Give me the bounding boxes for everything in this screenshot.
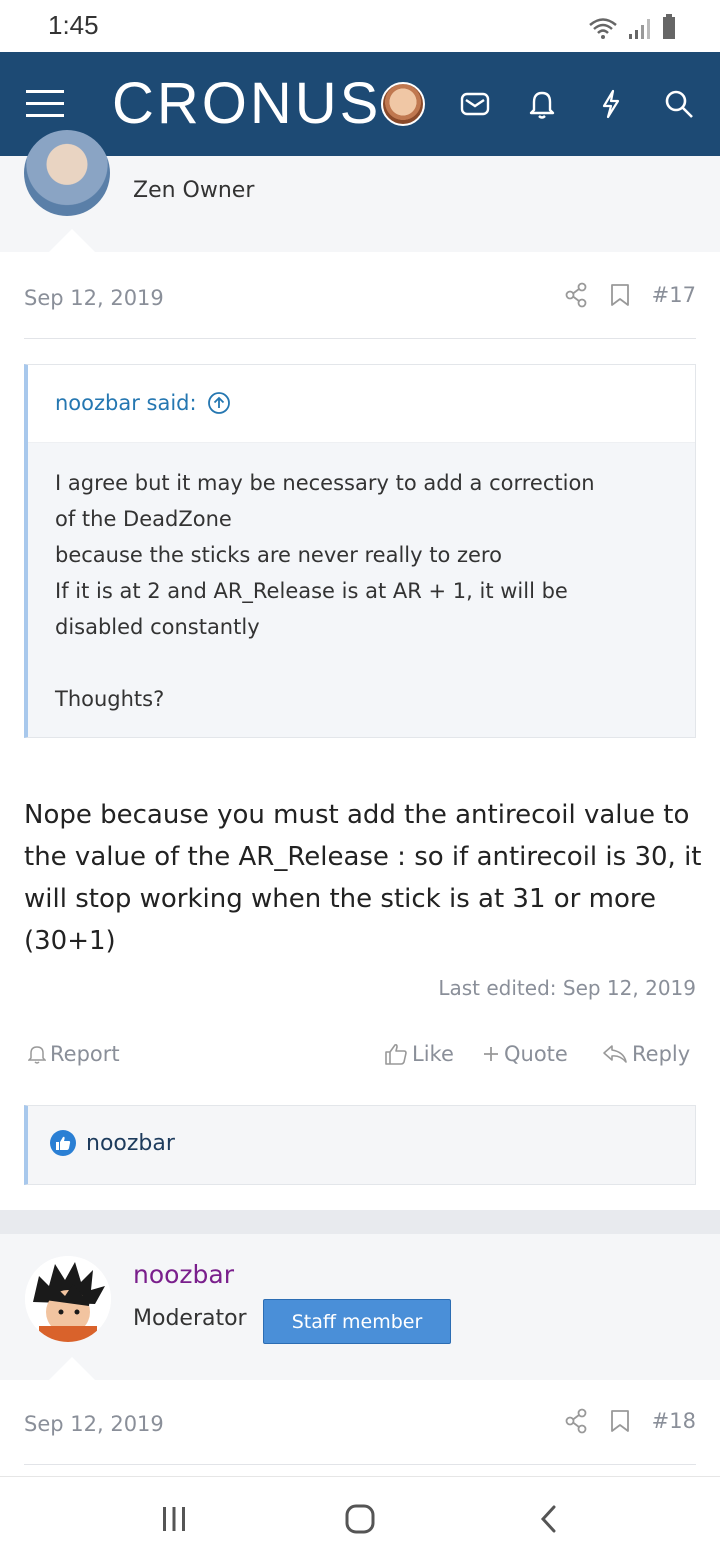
divider [24,1464,696,1465]
battery-icon [663,14,675,39]
post-meta: Sep 12, 2019 #17 [24,280,696,320]
share-icon[interactable] [564,1408,588,1434]
status-icons [588,12,676,40]
post-separator [0,1210,720,1234]
bookmark-icon[interactable] [610,1409,630,1433]
post-body: Nope because you must add the antirecoil… [24,794,714,962]
bell-icon[interactable] [528,88,556,120]
menu-icon[interactable] [26,88,64,120]
status-bar: 1:45 [0,0,720,52]
reaction-list[interactable]: noozbar [50,1130,175,1156]
quote-body: I agree but it may be necessary to add a… [55,465,675,717]
quote-header: noozbar said: [28,365,695,443]
system-navigation-bar [0,1476,720,1560]
divider [24,338,696,339]
post-header-pointer [48,229,96,253]
user-title: Zen Owner [133,178,255,203]
search-icon[interactable] [664,88,694,120]
reply-label: Reply [632,1042,691,1066]
quote-line: because the sticks are never really to z… [55,543,502,567]
site-logo[interactable]: CRONUS [112,74,381,134]
avatar[interactable] [25,1256,111,1342]
quote-line [55,645,675,681]
post-tools: #18 [564,1408,696,1434]
thumbs-up-icon [385,1043,407,1065]
mail-icon[interactable] [460,90,490,118]
reply-icon [603,1045,627,1063]
post-body-line: will stop working when the stick is at 3… [24,884,656,914]
post-meta: Sep 12, 2019 #18 [24,1406,696,1446]
post-date[interactable]: Sep 12, 2019 [24,286,164,310]
last-edited: Last edited: Sep 12, 2019 [438,976,696,1000]
post-date[interactable]: Sep 12, 2019 [24,1412,164,1436]
post-body-line: Nope because you must add the antirecoil… [24,800,690,830]
top-navbar: CRONUS [0,52,720,156]
post-actions: Report Like Quote Reply [24,1038,696,1074]
quote-line: disabled constantly [55,615,260,639]
arrow-up-circle-icon[interactable] [207,391,231,415]
reaction-user[interactable]: noozbar [86,1131,175,1156]
report-label: Report [50,1042,120,1066]
recent-apps-icon[interactable] [160,1505,188,1533]
quote-line: of the DeadZone [55,507,232,531]
username[interactable]: noozbar [133,1260,234,1289]
quote-block: noozbar said: I agree but it may be nece… [24,364,696,738]
quote-line: If it is at 2 and AR_Release is at AR + … [55,579,568,603]
like-button[interactable]: Like [384,1042,454,1066]
staff-badge: Staff member [263,1299,451,1344]
post-tools: #17 [564,282,696,308]
post-number[interactable]: #17 [652,283,696,307]
quote-label: Quote [504,1042,568,1066]
quote-line: I agree but it may be necessary to add a… [55,471,595,495]
plus-icon [484,1047,498,1061]
post-header-pointer [48,1357,96,1381]
quote-line: Thoughts? [55,687,165,711]
report-button[interactable]: Report [28,1042,120,1066]
post-body-line: the value of the AR_Release : so if anti… [24,842,702,872]
post-body-line: (30+1) [24,926,116,956]
share-icon[interactable] [564,282,588,308]
bell-icon [28,1046,46,1064]
status-time: 1:45 [48,10,99,40]
quote-author-link[interactable]: noozbar said: [55,391,231,415]
lightning-icon[interactable] [598,88,624,120]
account-avatar[interactable] [381,82,425,126]
signal-icon [629,19,650,39]
like-reaction-icon [50,1130,76,1156]
post-number[interactable]: #18 [652,1409,696,1433]
home-icon[interactable] [344,1503,376,1535]
reactions-bar: noozbar [24,1105,696,1185]
wifi-icon [589,18,617,39]
bookmark-icon[interactable] [610,283,630,307]
quote-button[interactable]: Quote [482,1042,568,1066]
reply-button[interactable]: Reply [602,1042,690,1066]
user-title: Moderator [133,1306,247,1331]
like-label: Like [412,1042,454,1066]
quote-author: noozbar said: [55,391,197,415]
back-icon[interactable] [536,1503,560,1535]
avatar[interactable] [24,130,110,216]
